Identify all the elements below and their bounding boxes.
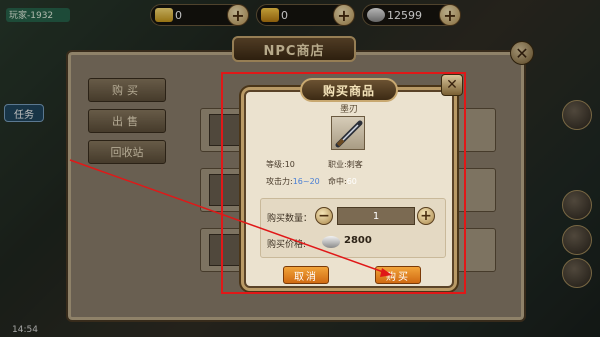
annotation-highlight-box <box>221 72 466 294</box>
